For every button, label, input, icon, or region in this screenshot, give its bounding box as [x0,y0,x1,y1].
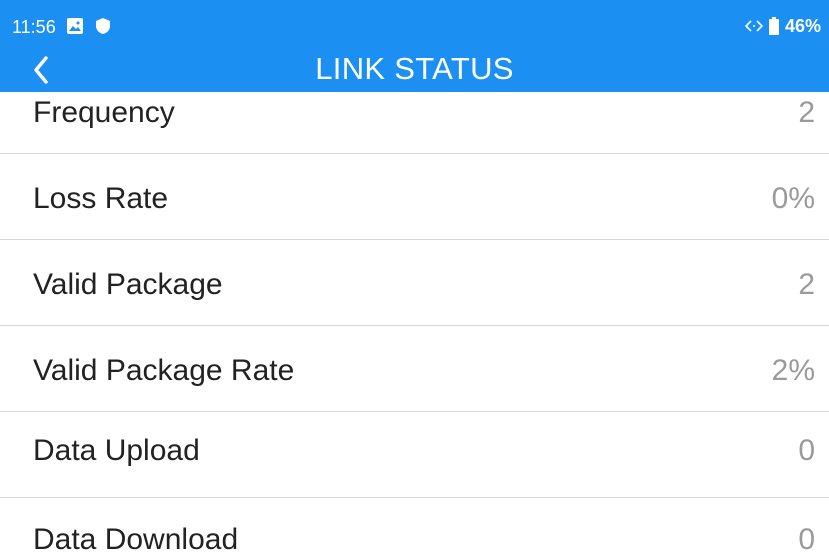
image-icon [67,18,83,34]
item-value: 2 [798,96,815,129]
list-item-valid-package-rate[interactable]: Valid Package Rate 2% [0,326,829,412]
item-value: 2 [798,268,815,301]
link-arrows-icon [744,20,763,32]
item-label: Data Download [33,523,239,556]
item-value: 0 [798,434,815,467]
item-label: Data Upload [33,434,200,467]
shield-icon [96,18,110,34]
list-item-loss-rate[interactable]: Loss Rate 0% [0,154,829,240]
item-label: Valid Package Rate [33,354,295,387]
item-label: Valid Package [33,268,223,301]
item-label: Frequency [33,96,175,129]
status-bar: 11:56 46% [0,0,829,48]
item-value: 0% [771,182,815,215]
page-title: LINK STATUS [315,51,514,86]
item-value: 2% [771,354,815,387]
battery-percent: 46% [784,16,821,36]
list-item-valid-package[interactable]: Valid Package 2 [0,240,829,326]
status-time: 11:56 [12,17,56,37]
status-right: 46% [744,16,821,36]
item-label: Loss Rate [33,182,169,215]
item-value: 0 [798,523,815,556]
title-bar: LINK STATUS [0,48,829,92]
header: 11:56 46% LINK STATUS [0,0,829,92]
list-item-frequency[interactable]: Frequency 2 [0,92,829,154]
list-item-data-download[interactable]: Data Download 0 [0,498,829,556]
list-item-data-upload[interactable]: Data Upload 0 [0,412,829,498]
battery-icon [768,17,779,35]
